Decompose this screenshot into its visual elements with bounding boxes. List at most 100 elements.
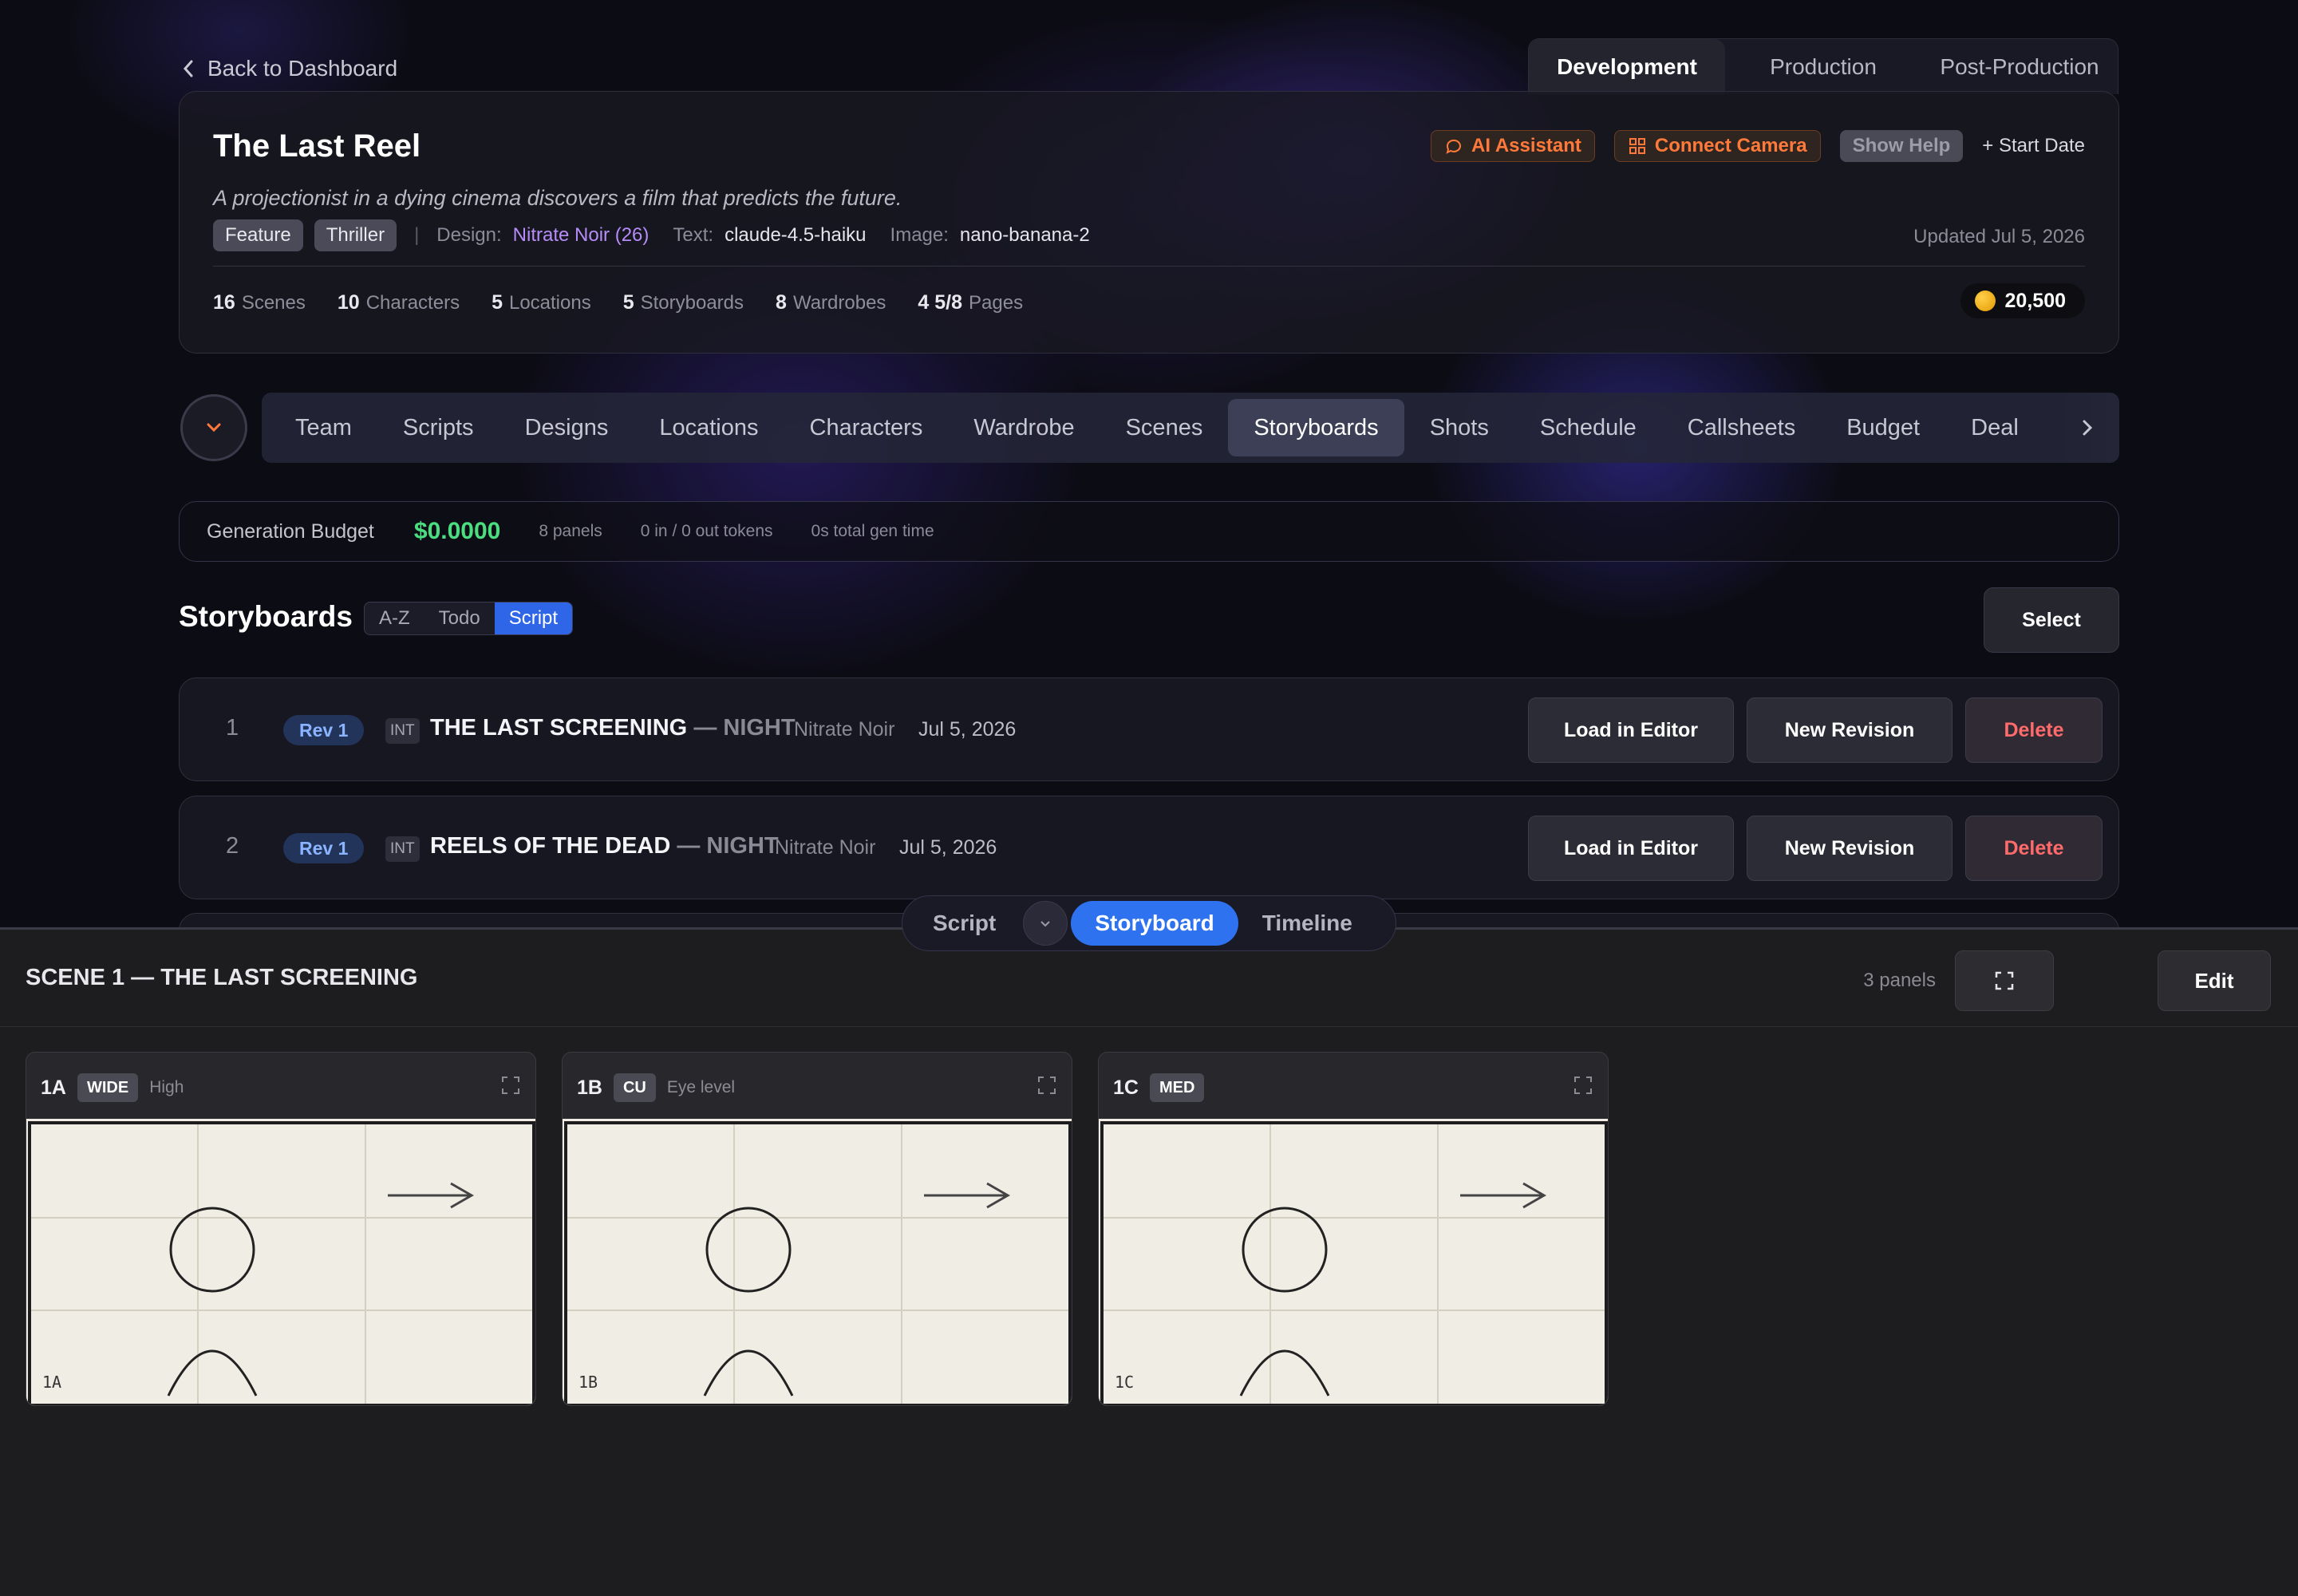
revision-badge: Rev 1 [283, 833, 365, 863]
fullscreen-button[interactable] [1955, 950, 2054, 1011]
panel-sketch: 1C [1099, 1119, 1608, 1405]
storyboard-panel-card[interactable]: 1B CU Eye level 1B [562, 1052, 1072, 1406]
new-revision-button[interactable]: New Revision [1747, 816, 1953, 881]
budget-amount: $0.0000 [413, 518, 501, 544]
tab-scripts[interactable]: Scripts [377, 399, 499, 456]
storyboard-row[interactable]: 2 Rev 1 INT REELS OF THE DEAD — NIGHT Ni… [179, 796, 2119, 899]
project-stats: 16 Scenes 10 Characters 5 Locations 5 Storyb… [213, 286, 1023, 318]
tab-shots[interactable]: Shots [1404, 399, 1514, 456]
image-model-value: nano-banana-2 [959, 224, 1090, 246]
edit-button[interactable]: Edit [2158, 950, 2271, 1011]
budget-time: 0s total gen time [811, 522, 934, 540]
updated-date: Updated Jul 5, 2026 [1913, 226, 2085, 247]
scene-heading: REELS OF THE DEAD — NIGHT [430, 833, 779, 859]
tab-storyboards[interactable]: Storyboards [1228, 399, 1404, 456]
show-help-button[interactable]: Show Help [1839, 130, 1964, 162]
start-date-button[interactable]: + Start Date [1982, 130, 2085, 162]
card-divider [213, 266, 2085, 267]
back-label: Back to Dashboard [207, 56, 398, 81]
panel-sketch: 1B [563, 1119, 1072, 1405]
tab-team[interactable]: Team [270, 399, 377, 456]
storyboard-row[interactable]: 1 Rev 1 INT THE LAST SCREENING — NIGHT N… [179, 678, 2119, 781]
tab-callsheets[interactable]: Callsheets [1662, 399, 1821, 456]
phase-tabs: Development Production Post-Production [1528, 38, 2118, 94]
phase-tab-development[interactable]: Development [1529, 39, 1725, 94]
panel-caption: 1C [1115, 1373, 1134, 1392]
panel-sketch: 1A [26, 1119, 535, 1405]
budget-tokens: 0 in / 0 out tokens [640, 522, 773, 540]
load-in-editor-button[interactable]: Load in Editor [1528, 816, 1734, 881]
row-number: 1 [226, 715, 239, 741]
sort-script[interactable]: Script [494, 602, 573, 634]
tab-scenes[interactable]: Scenes [1100, 399, 1229, 456]
int-ext-badge: INT [385, 836, 420, 862]
connect-camera-button[interactable]: Connect Camera [1613, 130, 1821, 162]
project-title: The Last Reel [213, 128, 421, 164]
phase-tab-post-production[interactable]: Post-Production [1921, 39, 2118, 94]
tab-characters[interactable]: Characters [784, 399, 949, 456]
genre-tag: Thriller [314, 219, 397, 251]
tab-schedule[interactable]: Schedule [1514, 399, 1662, 456]
phase-tab-production[interactable]: Production [1725, 39, 1921, 94]
panel-caption: 1B [578, 1373, 598, 1392]
stat-wardrobes: 8 Wardrobes [776, 290, 886, 314]
project-card: The Last Reel AI Assistant Connect Camer… [179, 91, 2119, 354]
shot-type-badge: MED [1149, 1073, 1205, 1102]
nav-scroll-right-button[interactable] [2055, 393, 2119, 463]
expand-icon[interactable] [1573, 1075, 1593, 1096]
delete-button[interactable]: Delete [1965, 697, 2103, 763]
int-ext-badge: INT [385, 718, 420, 744]
shot-type-badge: WIDE [77, 1073, 139, 1102]
stat-storyboards: 5 Storyboards [622, 290, 744, 314]
stat-scenes: 16 Scenes [213, 290, 306, 314]
text-model-value: claude-4.5-haiku [725, 224, 867, 246]
design-value[interactable]: Nitrate Noir (26) [513, 224, 650, 247]
panel-count: 3 panels [1863, 970, 1936, 991]
panel-caption: 1A [42, 1373, 61, 1392]
ai-assistant-button[interactable]: AI Assistant [1431, 130, 1595, 162]
tab-designs[interactable]: Designs [499, 399, 634, 456]
delete-button[interactable]: Delete [1965, 816, 2103, 881]
tab-locations[interactable]: Locations [634, 399, 784, 456]
chat-bubble-icon [1446, 139, 1462, 154]
project-meta: Feature Thriller | Design: Nitrate Noir … [213, 219, 1103, 251]
view-script[interactable]: Script [909, 901, 1020, 946]
tab-wardrobe[interactable]: Wardrobe [948, 399, 1100, 456]
credit-balance[interactable]: 20,500 [1960, 283, 2085, 318]
connect-camera-label: Connect Camera [1654, 135, 1807, 156]
image-model-label: Image: [890, 224, 949, 246]
camera-angle: Eye level [666, 1078, 736, 1096]
project-logline: A projectionist in a dying cinema discov… [213, 186, 902, 210]
view-dropdown-button[interactable] [1023, 901, 1068, 946]
view-toggle: Script Storyboard Timeline [902, 895, 1396, 951]
view-timeline[interactable]: Timeline [1238, 901, 1376, 946]
chevron-down-icon [207, 423, 221, 433]
back-to-dashboard-link[interactable]: Back to Dashboard [180, 51, 397, 86]
expand-icon[interactable] [1036, 1075, 1057, 1096]
expand-icon[interactable] [500, 1075, 521, 1096]
panel-header: 1C MED [1113, 1073, 1215, 1102]
design-name: Nitrate Noir [775, 836, 876, 859]
storyboard-panel-card[interactable]: 1A WIDE High 1A [26, 1052, 536, 1406]
sort-todo[interactable]: Todo [424, 602, 495, 634]
panel-header: 1B CU Eye level [577, 1073, 735, 1102]
nav-collapse-toggle[interactable] [180, 394, 247, 461]
storyboard-panel-card[interactable]: 1C MED 1C [1098, 1052, 1609, 1406]
tab-budget[interactable]: Budget [1821, 399, 1945, 456]
design-label: Design: [436, 224, 502, 246]
sort-az[interactable]: A-Z [365, 602, 424, 634]
design-name: Nitrate Noir [794, 718, 895, 741]
view-storyboard[interactable]: Storyboard [1071, 901, 1238, 946]
credit-amount: 20,500 [2004, 289, 2066, 312]
panel-header: 1A WIDE High [41, 1073, 184, 1102]
new-revision-button[interactable]: New Revision [1747, 697, 1953, 763]
shot-type-badge: CU [613, 1073, 656, 1102]
generation-budget-bar: Generation Budget $0.0000 8 panels 0 in … [179, 501, 2119, 562]
tab-deal[interactable]: Deal [1945, 399, 2044, 456]
row-number: 2 [226, 833, 239, 859]
load-in-editor-button[interactable]: Load in Editor [1528, 697, 1734, 763]
grid-icon [1629, 138, 1645, 154]
chevron-down-icon [1040, 921, 1051, 927]
select-button[interactable]: Select [1984, 587, 2119, 653]
revision-badge: Rev 1 [283, 715, 365, 745]
